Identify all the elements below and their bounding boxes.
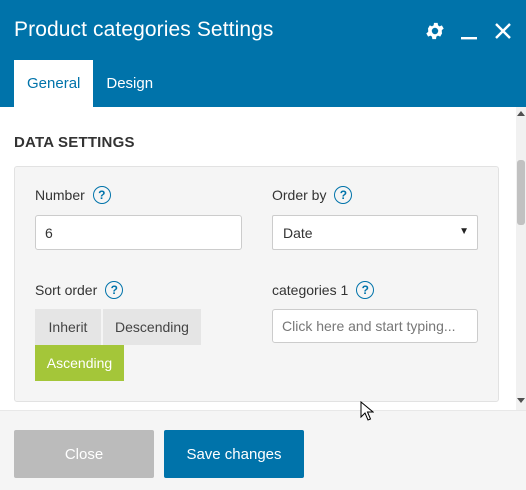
window-title: Product categories Settings: [14, 18, 274, 41]
settings-header: Product categories Settings General Desi…: [0, 0, 526, 107]
order-by-selected: Date: [283, 224, 313, 241]
dropdown-arrow-icon: ▼: [459, 226, 469, 237]
tab-general[interactable]: General: [14, 60, 94, 107]
sort-order-help-icon[interactable]: ?: [105, 281, 124, 299]
sort-descending-button[interactable]: Descending: [103, 309, 201, 345]
sort-ascending-button[interactable]: Ascending: [35, 345, 124, 381]
categories-input[interactable]: [272, 309, 478, 343]
window-controls: [424, 18, 514, 44]
settings-tabs: General Design: [14, 60, 166, 107]
save-changes-button[interactable]: Save changes: [164, 430, 304, 478]
number-label: Number: [35, 187, 85, 203]
order-by-select[interactable]: Date ▼: [272, 215, 478, 250]
order-by-label-row: Order by ?: [272, 186, 353, 204]
content-scrollbar[interactable]: [516, 107, 526, 410]
close-button[interactable]: Close: [14, 430, 154, 478]
settings-footer: Close Save changes: [0, 410, 526, 490]
gear-icon[interactable]: [424, 18, 446, 44]
settings-content: DATA SETTINGS Number ? Order by ? Date ▼…: [0, 107, 516, 410]
close-icon[interactable]: [492, 18, 514, 44]
number-input[interactable]: [35, 215, 242, 250]
scroll-up-arrow-icon[interactable]: [517, 110, 525, 116]
categories-label-row: categories 1 ?: [272, 281, 375, 299]
number-label-row: Number ?: [35, 186, 111, 204]
data-settings-panel: Number ? Order by ? Date ▼ Sort order ? …: [14, 166, 499, 402]
number-help-icon[interactable]: ?: [92, 186, 111, 204]
section-title: DATA SETTINGS: [14, 134, 135, 151]
tab-design[interactable]: Design: [93, 60, 166, 107]
order-by-label: Order by: [272, 187, 327, 203]
sort-order-label-row: Sort order ?: [35, 281, 124, 299]
minimize-icon[interactable]: [458, 18, 480, 44]
categories-help-icon[interactable]: ?: [356, 281, 375, 299]
categories-label: categories 1: [272, 282, 349, 298]
sort-order-label: Sort order: [35, 282, 98, 298]
scroll-down-arrow-icon[interactable]: [517, 398, 525, 404]
order-by-help-icon[interactable]: ?: [334, 186, 353, 204]
scrollbar-thumb[interactable]: [517, 160, 525, 225]
sort-inherit-button[interactable]: Inherit: [35, 309, 101, 345]
